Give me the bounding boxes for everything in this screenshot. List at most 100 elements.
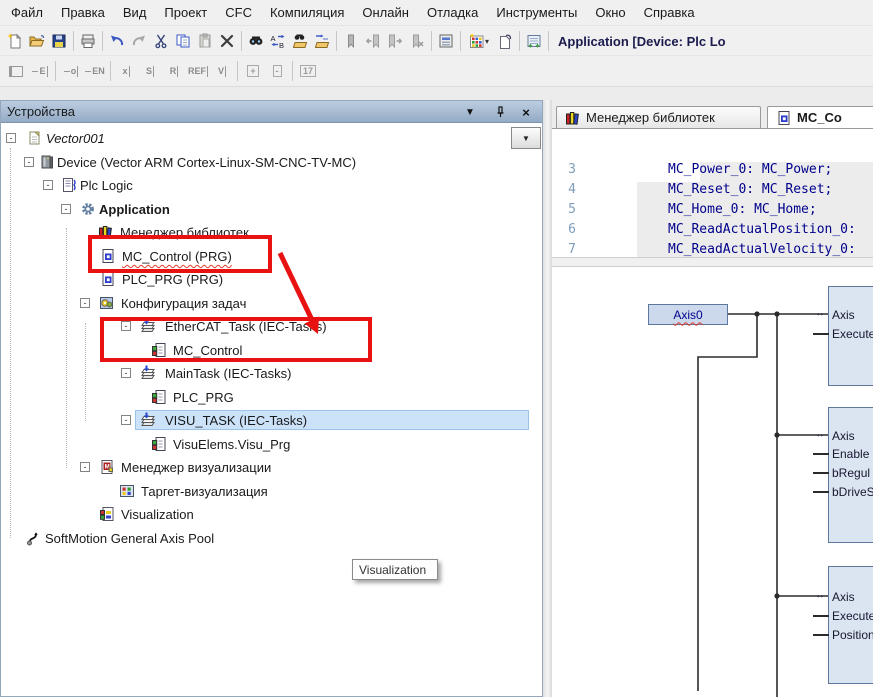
tree-item-application[interactable]: - Application: [1, 200, 542, 219]
tree-item-visualization[interactable]: Visualization: [1, 505, 542, 524]
tree-item-ethercat-task[interactable]: - EtherCAT_Task (IEC-Tasks): [1, 317, 542, 336]
tree-item-device[interactable]: - Device (Vector ARM Cortex-Linux-SM-CNC…: [1, 153, 542, 172]
panel-splitter[interactable]: [543, 100, 552, 697]
tree-item-softmotion-axis-pool[interactable]: SoftMotion General Axis Pool: [1, 529, 542, 548]
cfc-execution-order-icon[interactable]: 17: [296, 61, 320, 81]
collapse-toggle[interactable]: -: [43, 180, 53, 190]
previous-bookmark-icon[interactable]: [362, 30, 384, 52]
clear-bookmarks-icon[interactable]: [406, 30, 428, 52]
find-icon[interactable]: [245, 30, 267, 52]
block-pin-label: Axis: [832, 590, 855, 604]
tree-item-plc-logic[interactable]: - Plc Logic: [1, 176, 542, 195]
save-icon[interactable]: [48, 30, 70, 52]
cfc-expand-icon[interactable]: +: [241, 61, 265, 81]
properties-icon[interactable]: [435, 30, 457, 52]
tree-item-mc-control-call[interactable]: MC_Control: [1, 341, 542, 360]
device-tree[interactable]: ▼ - Vector001 - Device (Vector ARM Corte…: [1, 123, 542, 696]
cfc-block-1[interactable]: ↔ Axis Execute: [828, 286, 873, 386]
collapse-toggle[interactable]: -: [80, 298, 90, 308]
editor-splitter[interactable]: [552, 257, 873, 267]
build-icon[interactable]: [523, 30, 545, 52]
menu-online[interactable]: Онлайн: [353, 2, 418, 23]
undo-icon[interactable]: [106, 30, 128, 52]
open-folder-icon[interactable]: [26, 30, 48, 52]
delete-icon[interactable]: [216, 30, 238, 52]
tree-item-plc-prg[interactable]: PLC_PRG (PRG): [1, 270, 542, 289]
menu-help[interactable]: Справка: [635, 2, 704, 23]
tab-library-manager[interactable]: Менеджер библиотек: [556, 106, 761, 128]
copy-icon[interactable]: [172, 30, 194, 52]
menu-debug[interactable]: Отладка: [418, 2, 487, 23]
menu-window[interactable]: Окно: [586, 2, 634, 23]
new-file-icon[interactable]: [4, 30, 26, 52]
tree-item-label: Конфигурация задач: [121, 296, 246, 311]
tooltip-text: Visualization: [359, 563, 426, 577]
menu-edit[interactable]: Правка: [52, 2, 114, 23]
menu-file[interactable]: Файл: [2, 2, 52, 23]
next-bookmark-icon[interactable]: [384, 30, 406, 52]
devices-panel-header[interactable]: Устройства ▼ ×: [1, 101, 542, 123]
tree-item-target-visualization[interactable]: Таргет-визуализация: [1, 482, 542, 501]
cfc-box-icon[interactable]: [4, 61, 28, 81]
menu-build[interactable]: Компиляция: [261, 2, 353, 23]
tab-mc-control[interactable]: MC_Co: [767, 106, 873, 128]
toolbar-separator: [102, 31, 103, 51]
cfc-negate-icon[interactable]: x: [114, 61, 138, 81]
tree-item-visualization-manager[interactable]: - M Менеджер визуализации: [1, 458, 542, 477]
tree-item-vector001[interactable]: - Vector001: [1, 129, 542, 148]
cfc-toolbar: E o EN x S R REF V + - 17: [0, 55, 873, 87]
print-icon[interactable]: [77, 30, 99, 52]
tree-item-label: Application: [99, 202, 170, 217]
toolbar-separator: [336, 31, 337, 51]
active-application-combo[interactable]: Application [Device: Plc Lo: [558, 34, 726, 49]
menu-view[interactable]: Вид: [114, 2, 156, 23]
cfc-box-en-icon[interactable]: EN: [83, 61, 107, 81]
cut-icon[interactable]: [150, 30, 172, 52]
tree-item-task-configuration[interactable]: - Конфигурация задач: [1, 294, 542, 313]
cfc-collapse-icon[interactable]: -: [265, 61, 289, 81]
tree-item-label: Менеджер визуализации: [121, 460, 271, 475]
find-in-project-icon[interactable]: [289, 30, 311, 52]
cfc-value-icon[interactable]: V: [210, 61, 234, 81]
collapse-toggle[interactable]: -: [121, 321, 131, 331]
replace-in-project-icon[interactable]: [311, 30, 333, 52]
tree-item-label: Plc Logic: [80, 178, 133, 193]
cfc-set-icon[interactable]: S: [138, 61, 162, 81]
toggle-bookmark-icon[interactable]: [340, 30, 362, 52]
declaration-editor[interactable]: 3 4 5 6 7 8 MC_Power_0: MC_Power; MC_Res…: [552, 128, 873, 257]
menu-tools[interactable]: Инструменты: [487, 2, 586, 23]
close-icon[interactable]: ×: [517, 104, 535, 120]
axis-pool-icon: [25, 530, 41, 546]
collapse-toggle[interactable]: -: [61, 204, 71, 214]
cfc-output-icon[interactable]: o: [59, 61, 83, 81]
menu-cfc[interactable]: CFC: [216, 2, 261, 23]
cfc-reset-icon[interactable]: R: [162, 61, 186, 81]
menu-project[interactable]: Проект: [155, 2, 216, 23]
tree-item-maintask[interactable]: - MainTask (IEC-Tasks): [1, 364, 542, 383]
tree-item-mc-control-prg[interactable]: MC_Control (PRG): [1, 247, 542, 266]
dropdown-arrow-icon[interactable]: ▾: [485, 37, 489, 46]
collapse-toggle[interactable]: -: [24, 157, 34, 167]
tree-item-visuelems-visu-prg[interactable]: VisuElems.Visu_Prg: [1, 435, 542, 454]
new-object-icon[interactable]: [494, 30, 516, 52]
collapse-toggle[interactable]: -: [6, 133, 16, 143]
tree-item-plc-prg-call[interactable]: PLC_PRG: [1, 388, 542, 407]
pin-icon[interactable]: [491, 104, 509, 120]
paste-icon[interactable]: [194, 30, 216, 52]
cfc-block-3[interactable]: ↔ Axis Execute Position: [828, 566, 873, 684]
collapse-toggle[interactable]: -: [121, 415, 131, 425]
tree-item-library-manager[interactable]: Менеджер библиотек: [1, 223, 542, 242]
axis0-input-box[interactable]: Axis0: [648, 304, 728, 325]
visualization-styles-icon[interactable]: ▾: [464, 30, 494, 52]
collapse-toggle[interactable]: -: [121, 368, 131, 378]
panel-menu-icon[interactable]: ▼: [461, 104, 479, 120]
replace-icon[interactable]: AB: [267, 30, 289, 52]
collapse-toggle[interactable]: -: [80, 462, 90, 472]
cfc-input-icon[interactable]: E: [28, 61, 52, 81]
cfc-block-2[interactable]: ↔ Axis Enable bRegul bDriveS: [828, 407, 873, 543]
redo-icon[interactable]: [128, 30, 150, 52]
pou-icon: [776, 110, 792, 126]
tree-item-visu-task[interactable]: - VISU_TASK (IEC-Tasks): [1, 411, 542, 430]
cfc-reference-icon[interactable]: REF: [186, 61, 210, 81]
cfc-diagram[interactable]: Axis0 ↔ Axis Execute ↔ Axis Enable bRegu…: [552, 267, 873, 697]
